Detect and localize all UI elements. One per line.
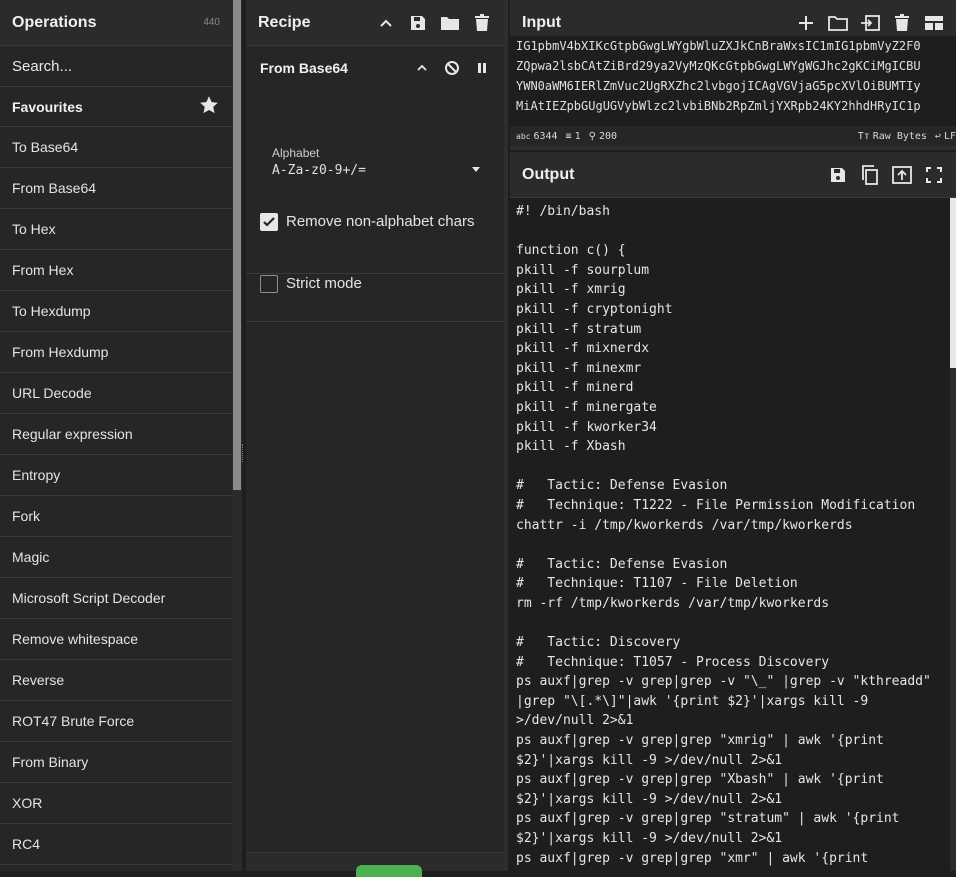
operations-scrollbar[interactable] [232, 0, 242, 871]
pane-separator [504, 0, 508, 871]
favourites-category[interactable]: Favourites [0, 87, 232, 127]
input-textarea[interactable]: IG1pbmV4bXIKcGtpbGwgLWYgbWluZXJkCnBraWxs… [510, 36, 956, 117]
operations-search-input[interactable]: Search... [0, 46, 232, 87]
operation-item[interactable]: Remove whitespace [0, 619, 232, 660]
open-file-icon[interactable] [860, 13, 880, 33]
cursor-position: ⚲ 200 [589, 131, 617, 142]
input-line: YWN0aWM6IERlZmVuc2UgRXZhc2lvbgojICAgVGVj… [516, 79, 921, 93]
operation-item[interactable]: RC4 [0, 824, 232, 865]
input-title: Input [522, 13, 562, 31]
operation-item[interactable]: Regular expression [0, 414, 232, 455]
maximize-icon[interactable] [924, 165, 944, 185]
recipe-title: Recipe [258, 13, 311, 31]
copy-icon[interactable] [860, 164, 880, 185]
operations-scrollbar-thumb[interactable] [233, 0, 241, 490]
operations-header: Operations 440 [0, 0, 232, 46]
operation-item[interactable]: URL Decode [0, 373, 232, 414]
operation-item[interactable]: ROT47 Brute Force [0, 701, 232, 742]
input-status-bar: abc 6344 ≡ 1 ⚲ 200 Tт Raw Bytes ↩ LF [510, 126, 956, 146]
strict-mode-label: Strict mode [286, 275, 362, 292]
input-line: ZQpwa2lsbCAtZiBrd29ya2VyMzQKcGtpbGwgLWYg… [516, 59, 921, 73]
operation-item[interactable]: Microsoft Script Decoder [0, 578, 232, 619]
operations-title: Operations [12, 13, 97, 31]
input-format[interactable]: Tт Raw Bytes [858, 131, 927, 142]
check-icon [263, 217, 275, 227]
io-resize-handle[interactable] [510, 146, 956, 150]
char-count-value: 6344 [533, 130, 558, 142]
folder-icon[interactable] [440, 13, 460, 33]
output-title: Output [522, 165, 575, 183]
return-icon: ↩ [934, 130, 941, 142]
cursor-position-value: 200 [598, 130, 617, 142]
disable-icon[interactable] [442, 58, 462, 78]
plus-icon[interactable] [796, 13, 816, 33]
pause-icon[interactable] [472, 58, 492, 78]
text-format-icon: Tт [857, 130, 870, 142]
alphabet-select[interactable]: A-Za-z0-9+/= [272, 163, 366, 178]
operations-count: 440 [203, 17, 220, 28]
remove-non-alphabet-checkbox[interactable] [260, 213, 278, 231]
line-count-value: 1 [574, 130, 581, 142]
output-text[interactable]: #! /bin/bash function c() { pkill -f sou… [510, 198, 950, 871]
trash-icon[interactable] [892, 13, 912, 33]
lines-icon: ≡ [565, 130, 572, 142]
bake-button[interactable] [356, 865, 422, 877]
strict-mode-checkbox[interactable] [260, 275, 278, 293]
io-pane: Input IG1pbmV4bXIKcGtpbGwgLWYgbWluZXJkCn… [510, 0, 956, 871]
abc-icon: abc [516, 131, 531, 141]
input-line: MiAtIEZpbGUgUGVybWlzc2lvbiBNb2RpZmljYXRp… [516, 99, 921, 113]
recipe-header: Recipe [246, 0, 504, 46]
save-icon[interactable] [828, 165, 848, 185]
eol-selector[interactable]: ↩ LF [935, 131, 956, 142]
alphabet-label: Alphabet [272, 146, 320, 160]
recipe-pane: Recipe From Base64 Alphabet A-Za-z0-9+/=… [246, 0, 504, 877]
operation-item[interactable]: Entropy [0, 455, 232, 496]
favourites-label: Favourites [12, 98, 83, 115]
pin-icon: ⚲ [588, 130, 596, 142]
input-line: IG1pbmV4bXIKcGtpbGwgLWYgbWluZXJkCnBraWxs… [516, 39, 921, 53]
output-header: Output [510, 152, 956, 198]
trash-icon[interactable] [472, 13, 492, 33]
caret-down-icon[interactable] [472, 160, 480, 178]
operation-item[interactable]: Reverse [0, 660, 232, 701]
operation-item[interactable]: Fork [0, 496, 232, 537]
operation-item[interactable]: From Hex [0, 250, 232, 291]
chevron-up-icon[interactable] [412, 58, 432, 78]
remove-non-alphabet-label: Remove non-alphabet chars [286, 213, 475, 230]
operation-item[interactable]: From Binary [0, 742, 232, 783]
operation-item[interactable]: To Hex [0, 209, 232, 250]
recipe-operation-from-base64[interactable]: From Base64 Alphabet A-Za-z0-9+/= Remove… [246, 46, 504, 274]
operation-item[interactable]: Magic [0, 537, 232, 578]
operation-item[interactable]: From Base64 [0, 168, 232, 209]
layout-icon[interactable] [924, 13, 944, 33]
char-count: abc 6344 [516, 131, 558, 142]
chevron-up-icon[interactable] [376, 13, 396, 33]
output-scrollbar[interactable] [950, 198, 956, 871]
operation-item[interactable]: To Hexdump [0, 291, 232, 332]
operations-list: To Base64 From Base64 To Hex From Hex To… [0, 127, 232, 865]
operations-pane: Operations 440 Search... Favourites To B… [0, 0, 232, 871]
eol-value: LF [943, 130, 956, 142]
recipe-footer [246, 852, 504, 877]
save-icon[interactable] [408, 13, 428, 33]
operation-item[interactable]: XOR [0, 783, 232, 824]
operation-item[interactable]: To Base64 [0, 127, 232, 168]
star-icon [198, 94, 220, 119]
replace-input-icon[interactable] [892, 165, 912, 185]
output-scrollbar-thumb[interactable] [950, 198, 956, 368]
line-count: ≡ 1 [566, 131, 581, 142]
recipe-operation-name: From Base64 [260, 60, 348, 76]
input-format-value: Raw Bytes [872, 130, 927, 142]
strict-mode-row: Strict mode [246, 274, 504, 322]
operation-item[interactable]: From Hexdump [0, 332, 232, 373]
open-folder-icon[interactable] [828, 13, 848, 33]
